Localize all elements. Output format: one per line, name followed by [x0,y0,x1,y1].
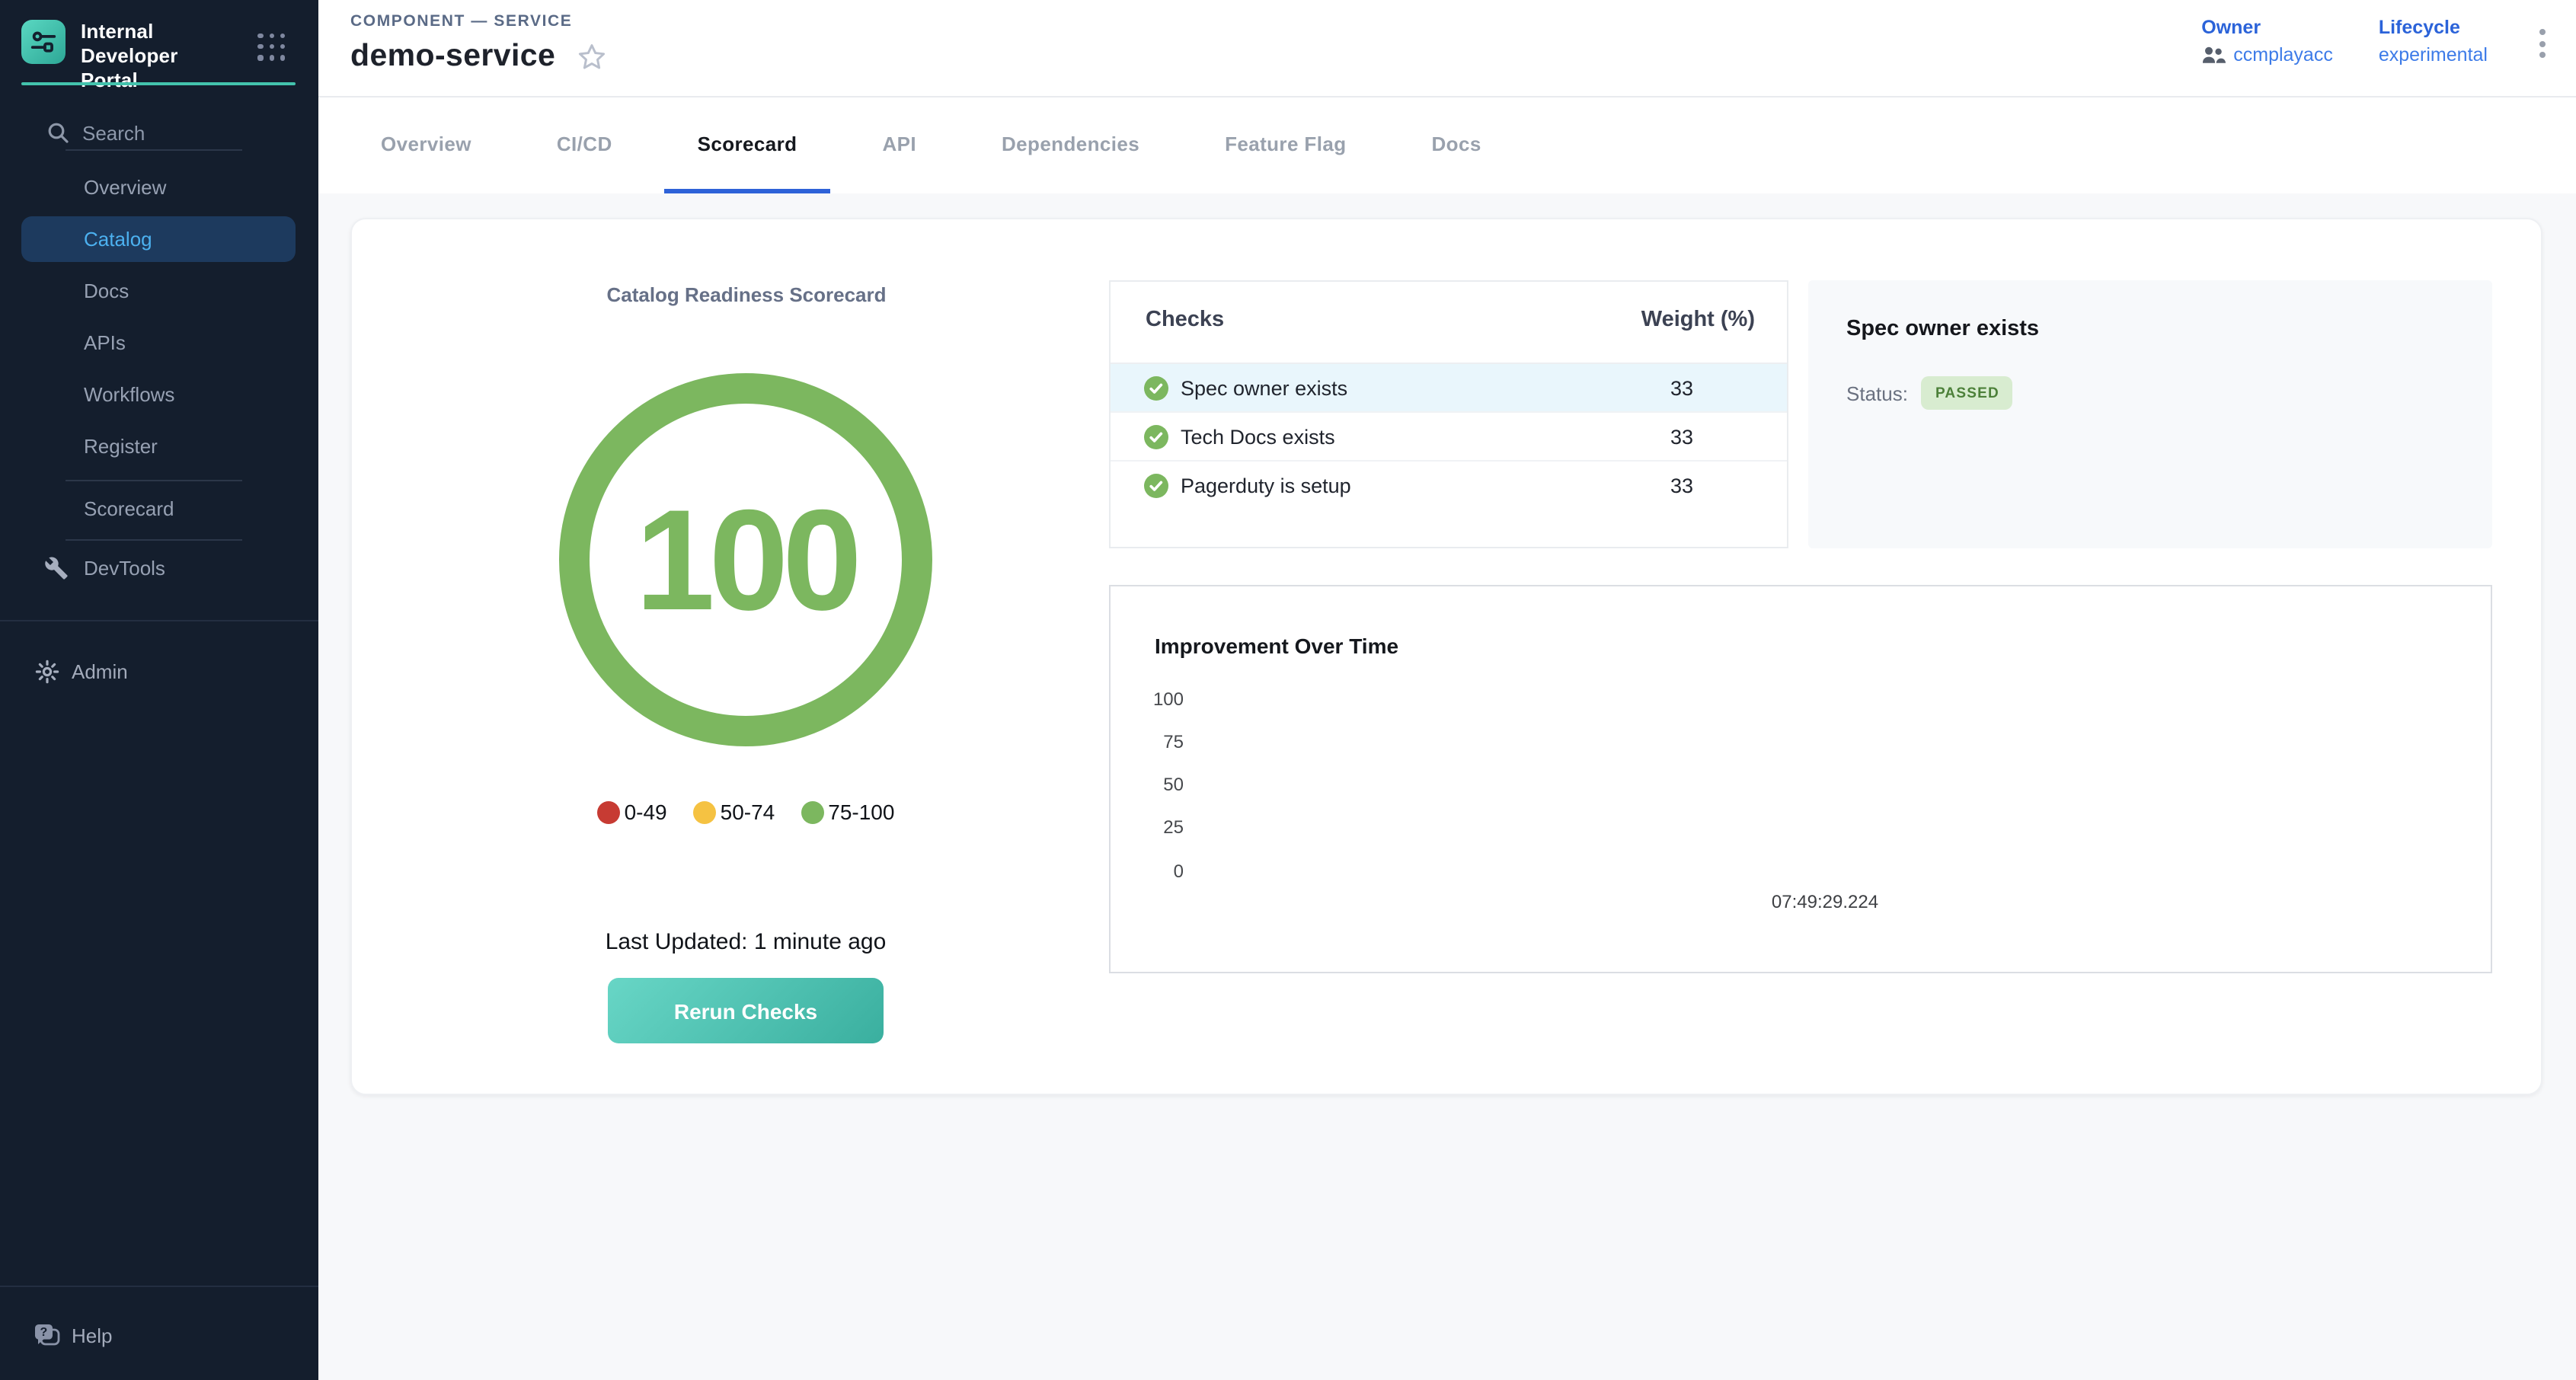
sidebar-item-label: APIs [84,331,126,354]
score-value: 100 [635,478,856,642]
tab-scorecard[interactable]: Scorecard [698,97,797,193]
status-label: Status: [1846,382,1908,404]
sidebar-accent-divider [21,82,296,85]
checks-table: Checks Weight (%) Spec owner exists 33 [1109,280,1788,548]
y-axis-tick: 100 [1123,688,1184,710]
x-axis-tick: 07:49:29.224 [1718,891,1932,912]
legend-item-green: 75-100 [801,800,894,824]
check-passed-icon [1144,376,1168,401]
legend-item-yellow: 50-74 [693,800,775,824]
search-label: Search [82,122,145,145]
checks-column-header: Checks [1146,308,1224,332]
lifecycle-value: experimental [2379,44,2488,65]
app-window: Internal Developer Portal Search Overvie… [0,0,2576,1380]
main-area: COMPONENT — SERVICE demo-service Owner [318,0,2576,1380]
owner-value-link[interactable]: ccmplayacc [2233,44,2333,65]
sidebar-item-label: Register [84,435,158,458]
sidebar-item-catalog[interactable]: Catalog [0,213,318,265]
sidebar-item-overview[interactable]: Overview [0,161,318,213]
divider [0,1286,318,1287]
scorecard-panel-title: Catalog Readiness Scorecard [366,283,1127,306]
svg-text:?: ? [40,1326,48,1339]
scorecard-card: Catalog Readiness Scorecard 100 0-49 50-… [350,218,2542,1095]
check-row-spec-owner[interactable]: Spec owner exists 33 [1111,364,1787,413]
chart-title: Improvement Over Time [1155,634,1398,658]
more-options-kebab-icon[interactable] [2533,26,2552,61]
check-row-tech-docs[interactable]: Tech Docs exists 33 [1111,413,1787,462]
sidebar-item-apis[interactable]: APIs [0,317,318,369]
group-icon [2201,46,2226,64]
selected-item-highlight [21,216,296,262]
sidebar-item-scorecard[interactable]: Scorecard [0,483,318,535]
legend-dot-yellow [693,800,716,823]
entity-tabs: Overview CI/CD Scorecard API Dependencie… [318,97,2576,193]
status-badge: PASSED [1922,376,2013,410]
owner-label: Owner [2201,17,2333,38]
tab-api[interactable]: API [882,97,916,193]
sidebar-item-label: Catalog [84,228,152,251]
sidebar-item-register[interactable]: Register [0,420,318,472]
rerun-checks-button[interactable]: Rerun Checks [608,978,884,1043]
breadcrumb: COMPONENT — SERVICE [350,12,572,30]
check-passed-icon [1144,425,1168,449]
wrench-icon [44,556,69,580]
sidebar-item-help[interactable]: ? Help [0,1310,318,1362]
sidebar-search[interactable]: Search [0,113,318,152]
y-axis-tick: 75 [1123,731,1184,752]
sidebar-item-label: Admin [72,660,128,683]
score-legend: 0-49 50-74 75-100 [352,800,1139,824]
y-axis-tick: 0 [1123,861,1184,882]
check-detail-panel: Spec owner exists Status: PASSED [1808,280,2492,548]
sidebar: Internal Developer Portal Search Overvie… [0,0,318,1380]
gear-icon [35,660,59,684]
sidebar-item-workflows[interactable]: Workflows [0,369,318,420]
last-updated-text: Last Updated: 1 minute ago [352,929,1139,955]
divider [66,539,242,541]
y-axis-tick: 25 [1123,816,1184,838]
tab-feature-flag[interactable]: Feature Flag [1225,97,1346,193]
check-row-pagerduty[interactable]: Pagerduty is setup 33 [1111,462,1787,510]
search-icon [46,120,70,145]
entity-header: COMPONENT — SERVICE demo-service Owner [318,0,2576,97]
owner-meta: Owner ccmplayacc [2201,17,2333,65]
divider [66,149,242,151]
legend-dot-green [801,800,823,823]
divider [0,620,318,621]
sidebar-item-docs[interactable]: Docs [0,265,318,317]
page-title: demo-service [350,38,555,75]
tab-dependencies[interactable]: Dependencies [1002,97,1139,193]
check-detail-title: Spec owner exists [1846,317,2039,341]
portal-logo-icon [21,20,66,64]
weight-column-header: Weight (%) [1641,308,1755,332]
tab-docs[interactable]: Docs [1432,97,1481,193]
tab-overview[interactable]: Overview [381,97,471,193]
legend-item-red: 0-49 [597,800,667,824]
sidebar-item-label: DevTools [84,557,165,580]
tab-cicd[interactable]: CI/CD [557,97,612,193]
sidebar-item-devtools[interactable]: DevTools [0,542,318,594]
score-gauge: 100 [559,373,932,746]
favorite-star-icon[interactable] [575,40,607,72]
lifecycle-label: Lifecycle [2379,17,2488,38]
sidebar-item-label: Help [72,1324,113,1347]
sidebar-item-label: Docs [84,280,129,302]
sidebar-item-label: Overview [84,176,166,199]
apps-grid-icon[interactable] [258,34,285,60]
y-axis-tick: 50 [1123,774,1184,795]
sidebar-item-label: Scorecard [84,497,174,520]
lifecycle-meta: Lifecycle experimental [2379,17,2488,65]
help-chat-icon: ? [34,1323,61,1349]
sidebar-item-label: Workflows [84,383,174,406]
legend-dot-red [597,800,620,823]
divider [66,480,242,481]
sidebar-item-admin[interactable]: Admin [0,646,318,698]
check-passed-icon [1144,474,1168,498]
content-area: Catalog Readiness Scorecard 100 0-49 50-… [318,193,2576,1380]
improvement-chart: Improvement Over Time 100 75 50 25 0 07:… [1109,585,2492,973]
